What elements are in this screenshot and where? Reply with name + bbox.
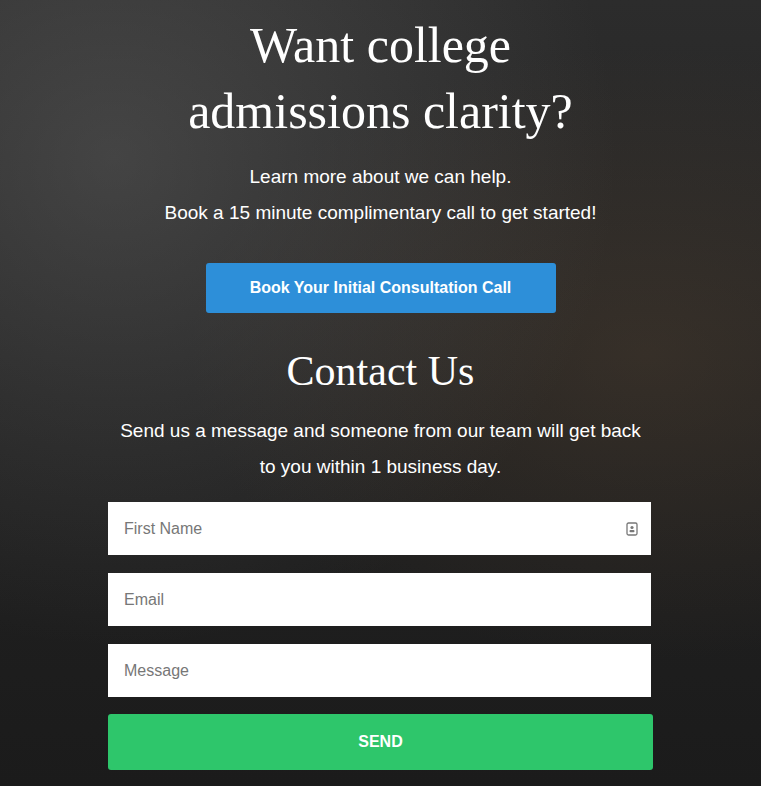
message-field — [108, 644, 651, 697]
book-consultation-button[interactable]: Book Your Initial Consultation Call — [206, 263, 556, 313]
hero-text: Learn more about we can help.Book a 15 m… — [165, 159, 597, 231]
name-input[interactable] — [108, 502, 651, 555]
hero-title: Want college admissions clarity? — [146, 12, 616, 144]
contact-card-icon[interactable] — [625, 522, 639, 536]
contact-description: Send us a message and someone from our t… — [111, 413, 651, 485]
contact-section: Want college admissions clarity? Learn mo… — [0, 0, 761, 786]
email-input[interactable] — [108, 573, 651, 626]
message-input[interactable] — [108, 644, 651, 697]
name-field — [108, 502, 651, 555]
contact-title: Contact Us — [287, 343, 475, 399]
contact-form: SEND — [108, 502, 653, 770]
hero-line: Book a 15 minute complimentary call to g… — [165, 195, 597, 231]
send-button[interactable]: SEND — [108, 714, 653, 770]
hero-line: Learn more about we can help. — [250, 159, 512, 195]
email-field — [108, 573, 651, 626]
